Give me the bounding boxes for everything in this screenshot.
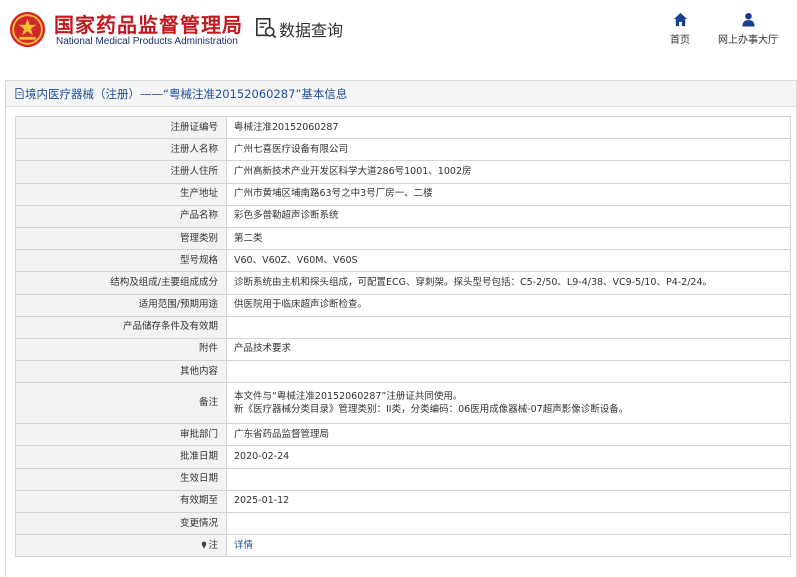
data-search-icon: [256, 18, 277, 39]
field-value: 广东省药品监督管理局: [226, 423, 791, 447]
table-row: 注册人住所 广州高新技术产业开发区科学大道286号1001、1002房: [15, 160, 791, 184]
table-row: 注册人名称 广州七喜医疗设备有限公司: [15, 138, 791, 162]
field-label: 批准日期: [15, 445, 227, 469]
field-label: 附件: [15, 337, 227, 362]
table-row: 型号规格 V60、V60Z、V60M、V60S: [15, 249, 791, 273]
field-label: 其他内容: [15, 360, 227, 384]
field-label: 适用范围/预期用途: [15, 293, 227, 317]
field-label: 管理类别: [15, 226, 227, 251]
table-row: 备注 本文件与“粤械注准20152060287”注册证共同使用。 新《医疗器械分类目…: [15, 382, 791, 425]
table-row: 注 详情: [15, 534, 791, 558]
table-row: 生效日期: [15, 467, 791, 491]
home-icon: [673, 12, 687, 27]
panel-header: 境内医疗器械（注册）——“粤械注准20152060287”基本信息: [6, 81, 796, 107]
field-value: 粤械注准20152060287: [226, 115, 791, 140]
table-row: 生产地址 广州市黄埔区埔南路63号之中3号厂房一、二楼: [15, 182, 791, 206]
remark-line-1: 本文件与“粤械注准20152060287”注册证共同使用。: [234, 391, 463, 403]
field-label: 结构及组成/主要组成成分: [15, 271, 227, 295]
org-name-cn[interactable]: 国家药品监督管理局: [54, 9, 243, 38]
field-label: 注: [15, 534, 227, 558]
field-label: 备注: [15, 382, 227, 425]
field-value: [226, 315, 791, 339]
remark-line-2: 新《医疗器械分类目录》管理类别：II类，分类编码：06医用成像器械-07超声影像…: [234, 404, 629, 416]
field-label: 注册人名称: [15, 138, 227, 162]
pin-icon: [202, 541, 207, 549]
field-value: 详情: [226, 534, 791, 558]
field-value: [226, 511, 791, 536]
site-header: 国家药品监督管理局 National Medical Products Admi…: [0, 0, 797, 62]
field-value: 广州七喜医疗设备有限公司: [226, 138, 791, 162]
field-value: 广州市黄埔区埔南路63号之中3号厂房一、二楼: [226, 182, 791, 206]
table-row: 审批部门 广东省药品监督管理局: [15, 423, 791, 447]
field-value: 彩色多普勒超声诊断系统: [226, 204, 791, 228]
nav-home[interactable]: 首页: [665, 12, 695, 46]
table-row: 变更情况: [15, 511, 791, 536]
field-value: 广州高新技术产业开发区科学大道286号1001、1002房: [226, 160, 791, 184]
data-query-title: 数据查询: [279, 21, 344, 40]
table-row: 产品储存条件及有效期: [15, 315, 791, 339]
document-icon: [15, 88, 24, 99]
field-label: 生效日期: [15, 467, 227, 491]
user-icon: [741, 12, 755, 27]
table-row: 结构及组成/主要组成成分 诊断系统由主机和探头组成，可配置ECG、穿刺架。探头型号…: [15, 271, 791, 295]
field-value: 诊断系统由主机和探头组成，可配置ECG、穿刺架。探头型号包括：C5-2/50、L…: [226, 271, 791, 295]
field-label: 注册人住所: [15, 160, 227, 184]
field-value: V60、V60Z、V60M、V60S: [226, 249, 791, 273]
org-name-en[interactable]: National Medical Products Administration: [56, 36, 238, 47]
field-value: 第二类: [226, 226, 791, 251]
table-row: 管理类别 第二类: [15, 226, 791, 251]
nav-online-hall-label: 网上办事大厅: [718, 35, 778, 46]
field-value: 本文件与“粤械注准20152060287”注册证共同使用。 新《医疗器械分类目录》…: [226, 382, 791, 425]
table-row: 附件 产品技术要求: [15, 337, 791, 362]
field-label: 产品名称: [15, 204, 227, 228]
field-label: 产品储存条件及有效期: [15, 315, 227, 339]
table-row: 适用范围/预期用途 供医院用于临床超声诊断检查。: [15, 293, 791, 317]
nav-online-hall[interactable]: 网上办事大厅: [713, 12, 783, 46]
national-emblem-icon: [9, 11, 46, 48]
field-value: [226, 360, 791, 384]
field-value: 产品技术要求: [226, 337, 791, 362]
detail-panel: 境内医疗器械（注册）——“粤械注准20152060287”基本信息 注册证编号粤…: [5, 80, 797, 577]
panel-title: 境内医疗器械（注册）——“粤械注准20152060287”基本信息: [25, 87, 348, 101]
table-row: 其他内容: [15, 360, 791, 384]
table-row: 注册证编号 粤械注准20152060287: [15, 115, 791, 140]
details-link[interactable]: 详情: [234, 540, 253, 551]
field-label: 有效期至: [15, 489, 227, 514]
field-label: 变更情况: [15, 511, 227, 536]
field-value: 2025-01-12: [226, 489, 791, 514]
table-row: 有效期至 2025-01-12: [15, 489, 791, 514]
field-value: [226, 467, 791, 491]
registration-info-table: 注册证编号 粤械注准20152060287 注册人名称 广州七喜医疗设备有限公司 注…: [15, 115, 791, 558]
nav-home-label: 首页: [670, 35, 690, 46]
field-label: 注册证编号: [15, 115, 227, 140]
field-value: 供医院用于临床超声诊断检查。: [226, 293, 791, 317]
table-row: 批准日期 2020-02-24: [15, 445, 791, 469]
field-value: 2020-02-24: [226, 445, 791, 469]
field-label: 型号规格: [15, 249, 227, 273]
field-label: 审批部门: [15, 423, 227, 447]
table-row: 产品名称 彩色多普勒超声诊断系统: [15, 204, 791, 228]
field-label: 生产地址: [15, 182, 227, 206]
note-label: 注: [208, 539, 218, 551]
